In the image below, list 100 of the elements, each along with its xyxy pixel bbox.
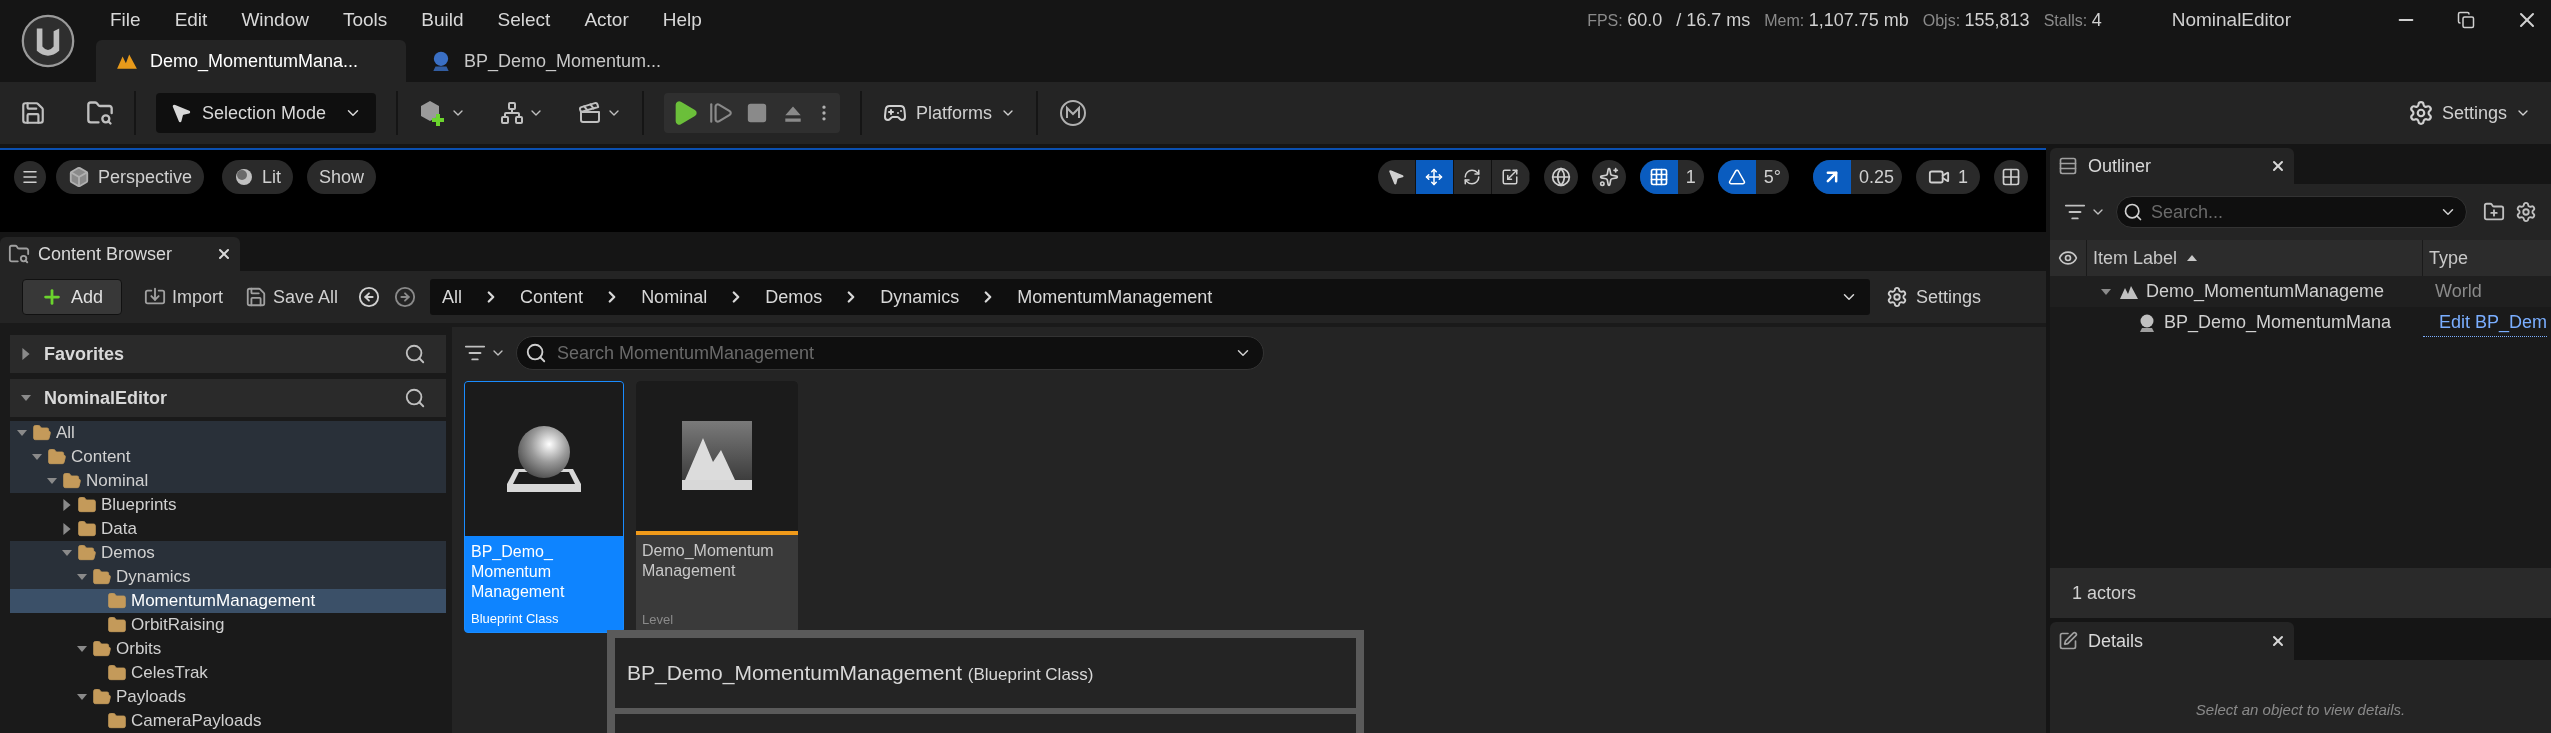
save-icon[interactable] <box>20 100 46 126</box>
collapse-arrow-icon[interactable] <box>61 548 73 558</box>
save-all-button[interactable]: Save All <box>245 283 339 311</box>
collapse-arrow-icon[interactable] <box>46 476 58 486</box>
breadcrumb-item[interactable]: Nominal <box>641 283 708 311</box>
folder-tree-item[interactable]: Payloads <box>10 685 446 709</box>
actor-label[interactable]: BP_Demo_MomentumMana <box>2164 309 2392 336</box>
document-tab[interactable]: BP_Demo_Momentum... <box>410 40 720 82</box>
menu-item[interactable]: Select <box>483 5 565 35</box>
browse-icon[interactable] <box>86 99 114 127</box>
add-button[interactable]: Add <box>22 279 122 315</box>
details-tab[interactable]: Details <box>2050 622 2294 660</box>
section-header[interactable]: NominalEditor <box>10 379 446 417</box>
engine-logo-icon[interactable] <box>20 13 76 69</box>
search-icon[interactable] <box>404 343 426 365</box>
stat-readout: FPS: 60.0 <box>1587 8 1663 32</box>
folder-tree-item[interactable]: MomentumManagement <box>10 589 446 613</box>
show-button[interactable]: Show <box>307 160 377 194</box>
back-icon[interactable] <box>358 286 381 308</box>
visibility-icon[interactable] <box>2058 248 2078 268</box>
breadcrumb-item[interactable]: Dynamics <box>880 283 960 311</box>
settings-button[interactable]: Settings <box>1886 283 1982 311</box>
folder-icon <box>76 519 98 539</box>
folder-label: Blueprints <box>101 494 177 517</box>
collapse-arrow-icon[interactable] <box>20 393 32 403</box>
perspective-button[interactable]: Perspective <box>56 160 205 194</box>
menu-item[interactable]: File <box>96 5 155 35</box>
document-tab[interactable]: Demo_MomentumMana... <box>96 40 406 82</box>
folder-label: Nominal <box>86 470 149 493</box>
selection-mode-dropdown[interactable]: Selection Mode <box>156 93 376 133</box>
search-field[interactable]: Search... <box>2116 196 2467 228</box>
grid-snap-toggle[interactable] <box>1639 160 1678 194</box>
clapperboard-icon <box>578 101 602 125</box>
collapse-arrow-icon[interactable] <box>76 692 88 702</box>
close-icon[interactable] <box>2270 633 2286 649</box>
search-icon[interactable] <box>404 387 426 409</box>
viewport-menu-button[interactable] <box>14 161 46 193</box>
edit-blueprint-link[interactable]: Edit BP_Dem <box>2423 308 2548 337</box>
platforms-dropdown[interactable]: Platforms <box>882 99 1017 127</box>
world-space-button[interactable] <box>1543 160 1578 194</box>
search-icon <box>525 342 547 364</box>
breadcrumb-item[interactable]: Demos <box>765 283 823 311</box>
camera-speed-button[interactable]: 1 <box>1916 160 1980 194</box>
layout-button[interactable] <box>1994 160 2028 194</box>
folder-tree-item[interactable]: Demos <box>10 541 446 565</box>
section-title: Favorites <box>44 342 125 366</box>
transform-tool-button[interactable] <box>1415 160 1454 194</box>
collapse-arrow-icon[interactable] <box>2100 286 2112 297</box>
plugin-logo-icon[interactable] <box>1058 98 1089 128</box>
collapse-arrow-icon[interactable] <box>31 452 43 462</box>
add-folder-icon[interactable] <box>2483 201 2505 223</box>
folder-tree-item[interactable]: All <box>10 421 446 445</box>
collapse-arrow-icon[interactable] <box>76 572 88 582</box>
restore-icon[interactable] <box>2457 11 2475 29</box>
folder-tree-item[interactable]: OrbitRaising <box>10 613 446 637</box>
forward-icon[interactable] <box>394 286 417 308</box>
settings-icon[interactable] <box>2515 201 2537 223</box>
collapse-arrow-icon[interactable] <box>76 644 88 654</box>
folder-tree-item[interactable]: CelesTrak <box>10 661 446 685</box>
actor-count: 1 actors <box>2072 581 2137 605</box>
expand-arrow-icon[interactable] <box>61 523 73 535</box>
scale-snap-toggle[interactable] <box>1812 160 1851 194</box>
close-icon[interactable] <box>216 246 232 262</box>
menu-item[interactable]: Help <box>648 5 716 35</box>
breadcrumb-item[interactable]: MomentumManagement <box>1017 283 1213 311</box>
content-browser-tab[interactable]: Content Browser <box>0 237 240 271</box>
folder-tree-item[interactable]: Data <box>10 517 446 541</box>
save-icon <box>245 286 267 308</box>
asset-tile[interactable]: Demo_Momentum Management Level <box>636 381 798 633</box>
rotation-snap-toggle[interactable] <box>1717 160 1756 194</box>
menu-item[interactable]: Actor <box>570 5 643 35</box>
settings-dropdown[interactable]: Settings <box>2407 99 2531 127</box>
lit-button[interactable]: Lit <box>222 160 294 194</box>
folder-tree-item[interactable]: Orbits <box>10 637 446 661</box>
menu-item[interactable]: Edit <box>160 5 222 35</box>
folder-tree-item[interactable]: Content <box>10 445 446 469</box>
menu-item[interactable]: Tools <box>328 5 402 35</box>
breadcrumb-item[interactable]: All <box>442 283 463 311</box>
menu-item[interactable]: Window <box>227 5 323 35</box>
import-button[interactable]: Import <box>144 283 223 311</box>
close-icon[interactable] <box>2270 158 2286 174</box>
expand-arrow-icon[interactable] <box>61 499 73 511</box>
search-field[interactable]: Search MomentumManagement <box>516 336 1264 370</box>
asset-tile[interactable]: BP_Demo_ Momentum Management Blueprint Class <box>464 381 624 633</box>
shaded-sphere-icon <box>234 167 255 187</box>
expand-arrow-icon[interactable] <box>20 348 32 360</box>
section-header[interactable]: Favorites <box>10 335 446 373</box>
folder-icon <box>76 495 98 515</box>
actor-label[interactable]: Demo_MomentumManageme <box>2146 278 2385 305</box>
breadcrumb-item[interactable]: Content <box>520 283 584 311</box>
column-header[interactable]: Type <box>2423 240 2475 276</box>
menu-item[interactable]: Build <box>407 5 478 35</box>
folder-tree-item[interactable]: Blueprints <box>10 493 446 517</box>
surface-snap-button[interactable] <box>1591 160 1626 194</box>
outliner-tab[interactable]: Outliner <box>2050 148 2294 184</box>
folder-tree-item[interactable]: Dynamics <box>10 565 446 589</box>
folder-tree-item[interactable]: Nominal <box>10 469 446 493</box>
level-icon <box>116 52 138 70</box>
collapse-arrow-icon[interactable] <box>16 428 28 438</box>
folder-tree-item[interactable]: CameraPayloads <box>10 709 446 733</box>
